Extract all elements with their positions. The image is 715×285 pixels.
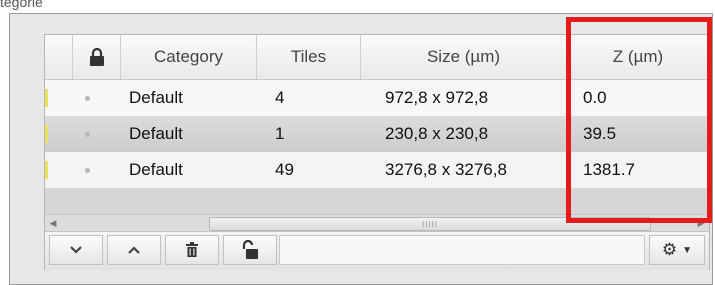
horizontal-scrollbar[interactable]: ◀ IIIII ▶	[45, 214, 709, 231]
cell-tiles: 1	[275, 124, 285, 143]
table-row[interactable]: Default 1 230,8 x 230,8 39.5	[45, 116, 709, 152]
cell-tiles: 4	[275, 88, 285, 107]
cell-z: 0.0	[583, 88, 607, 107]
table-row[interactable]: Default 49 3276,8 x 3276,8 1381.7	[45, 152, 709, 188]
unlock-icon	[242, 240, 258, 259]
move-up-button[interactable]	[107, 235, 161, 265]
toolbar-spacer	[279, 235, 645, 265]
row-color-marker	[45, 89, 48, 107]
table-row[interactable]: Default 4 972,8 x 972,8 0.0	[45, 80, 709, 116]
row-bullet	[85, 152, 90, 188]
header-category[interactable]: Category	[121, 35, 257, 79]
scrollbar-thumb[interactable]: IIIII	[209, 217, 651, 231]
tile-regions-table: Category Tiles Size (µm) Z (µm) Default …	[44, 34, 710, 270]
trash-icon	[186, 242, 198, 257]
cell-category: Default	[129, 124, 183, 143]
row-bullet	[85, 116, 90, 152]
table-empty-area	[45, 188, 709, 214]
cell-size: 972,8 x 972,8	[385, 88, 489, 107]
scroll-left-icon[interactable]: ◀	[45, 215, 61, 231]
header-row-indicator	[45, 35, 73, 79]
chevron-down-icon	[70, 246, 82, 254]
cell-tiles: 49	[275, 160, 294, 179]
table-header: Category Tiles Size (µm) Z (µm)	[45, 35, 709, 80]
cell-size: 230,8 x 230,8	[385, 124, 489, 143]
header-size[interactable]: Size (µm)	[361, 35, 567, 79]
header-tiles[interactable]: Tiles	[257, 35, 361, 79]
move-down-button[interactable]	[49, 235, 103, 265]
row-bullet	[85, 80, 90, 116]
header-lock[interactable]	[73, 35, 121, 79]
delete-button[interactable]	[165, 235, 219, 265]
scroll-right-icon[interactable]: ▶	[693, 215, 709, 231]
chevron-up-icon	[128, 246, 140, 254]
header-z[interactable]: Z (µm)	[567, 35, 709, 79]
gear-icon: ⚙	[661, 240, 678, 259]
clipped-header-label: tegorie	[0, 0, 43, 10]
caret-down-icon: ▼	[682, 244, 693, 256]
cell-z: 39.5	[583, 124, 617, 143]
unlock-button[interactable]	[223, 235, 277, 265]
row-color-marker	[45, 161, 48, 179]
cell-category: Default	[129, 160, 183, 179]
lock-icon	[89, 47, 104, 66]
cell-category: Default	[129, 88, 183, 107]
cell-size: 3276,8 x 3276,8	[385, 160, 507, 179]
settings-menu-button[interactable]: ⚙ ▼	[649, 235, 705, 265]
row-color-marker	[45, 125, 48, 143]
cell-z: 1381.7	[583, 160, 635, 179]
table-toolbar: ⚙ ▼	[45, 231, 709, 270]
